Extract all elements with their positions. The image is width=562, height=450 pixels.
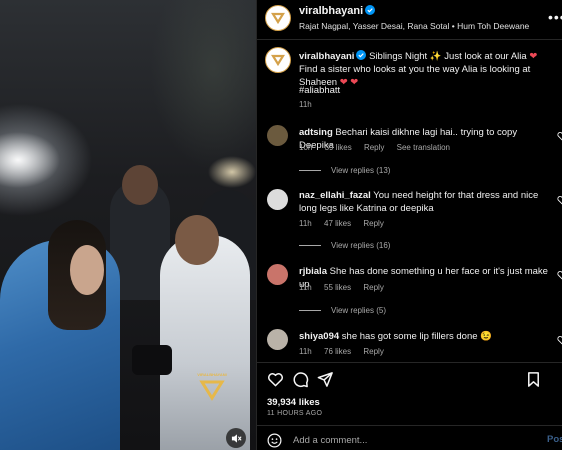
post-media[interactable]: VIRALBHAYANI — [0, 0, 256, 450]
add-comment-bar: Post — [257, 425, 562, 450]
reply-button[interactable]: Reply — [363, 283, 383, 292]
man-head — [175, 215, 219, 265]
comment-likes[interactable]: 47 likes — [324, 219, 351, 228]
avatar[interactable] — [267, 329, 288, 350]
comment-input[interactable] — [293, 432, 523, 448]
verified-badge-icon — [365, 5, 376, 15]
reply-button[interactable]: Reply — [364, 143, 384, 152]
viral-bhayani-watermark: VIRALBHAYANI — [197, 372, 227, 401]
heart-icon[interactable] — [557, 195, 562, 205]
comment-time: 11h — [299, 347, 312, 356]
red-heart-emoji: ❤ — [529, 51, 538, 62]
hashtag[interactable]: #aliabhatt — [299, 85, 340, 96]
share-icon[interactable] — [317, 371, 334, 388]
post-header: viralbhayani Rajat Nagpal, Yasser Desai,… — [257, 0, 562, 40]
heart-icon[interactable] — [557, 270, 562, 280]
verified-badge-icon — [356, 50, 367, 60]
comment-username[interactable]: naz_ellahi_fazal — [299, 190, 371, 201]
avatar[interactable] — [267, 125, 288, 146]
red-heart-emoji: ❤ ❤ — [339, 77, 359, 88]
reply-button[interactable]: Reply — [363, 347, 383, 356]
comment-meta: 11h 55 likes Reply — [299, 283, 394, 292]
comment-body: she has got some lip fillers done 😉 — [341, 331, 492, 342]
comment-likes[interactable]: 55 likes — [324, 283, 351, 292]
comment-username[interactable]: adtsing — [299, 127, 333, 138]
header-username[interactable]: viralbhayani — [299, 5, 376, 17]
avatar[interactable] — [265, 5, 291, 31]
comment-likes[interactable]: 76 likes — [324, 347, 351, 356]
username-text[interactable]: viralbhayani — [299, 5, 363, 17]
tagged-people[interactable]: Rajat Nagpal, Yasser Desai, Rana Sotal — [299, 21, 449, 31]
comment-text: naz_ellahi_fazal You need height for tha… — [299, 189, 549, 215]
brand-logo-icon — [271, 12, 285, 25]
avatar[interactable] — [267, 264, 288, 285]
caption-body-a: Siblings Night ✨ Just look at our Alia — [369, 51, 527, 62]
view-replies-button[interactable]: View replies (13) — [299, 166, 390, 175]
view-replies-button[interactable]: View replies (5) — [299, 306, 386, 315]
emoji-icon[interactable] — [267, 433, 282, 448]
comment-time: 11h — [299, 283, 312, 292]
comment-time: 10h — [299, 143, 313, 152]
comment-meta: 10h 39 likes Reply See translation — [299, 143, 460, 152]
comment-text: shiya094 she has got some lip fillers do… — [299, 330, 549, 343]
comment-icon[interactable] — [292, 371, 309, 388]
comment-username[interactable]: rjbiala — [299, 266, 327, 277]
heart-icon[interactable] — [557, 131, 562, 141]
bookmark-icon[interactable] — [525, 371, 542, 388]
woman-face — [70, 245, 104, 295]
action-bar — [257, 362, 562, 392]
header-subtitle: Rajat Nagpal, Yasser Desai, Rana Sotal •… — [299, 21, 529, 31]
heart-icon[interactable] — [557, 335, 562, 345]
brand-logo-icon — [271, 54, 285, 67]
avatar[interactable] — [265, 47, 291, 73]
speaker-muted-icon — [231, 433, 242, 443]
caption-username[interactable]: viralbhayani — [299, 51, 354, 62]
post-button[interactable]: Post — [547, 434, 562, 445]
comment-meta: 11h 76 likes Reply — [299, 347, 394, 356]
mute-button[interactable] — [226, 428, 246, 448]
reply-button[interactable]: Reply — [363, 219, 383, 228]
man-white-shirt — [160, 235, 250, 450]
svg-text:VIRALBHAYANI: VIRALBHAYANI — [197, 372, 227, 377]
camera — [132, 345, 172, 375]
comment-meta: 11h 47 likes Reply — [299, 219, 394, 228]
background-trees — [150, 0, 256, 170]
separator: • — [451, 21, 455, 31]
comment-likes[interactable]: 39 likes — [325, 143, 352, 152]
avatar[interactable] — [267, 189, 288, 210]
audio-track[interactable]: Hum Toh Deewane — [457, 21, 529, 31]
comment-username[interactable]: shiya094 — [299, 331, 339, 342]
crowd-person-head — [122, 165, 158, 205]
caption-text: viralbhayani Siblings Night ✨ Just look … — [299, 50, 557, 89]
more-horizontal-icon[interactable]: ••• — [548, 10, 562, 24]
comment-time: 11h — [299, 219, 312, 228]
view-replies-button[interactable]: View replies (16) — [299, 241, 390, 250]
see-translation-button[interactable]: See translation — [397, 143, 450, 152]
likes-count[interactable]: 39,934 likes — [267, 397, 320, 408]
post-panel: viralbhayani Rajat Nagpal, Yasser Desai,… — [256, 0, 562, 450]
caption-time: 11h — [299, 100, 312, 109]
time-ago: 11 HOURS AGO — [267, 410, 323, 417]
heart-icon[interactable] — [267, 371, 284, 388]
